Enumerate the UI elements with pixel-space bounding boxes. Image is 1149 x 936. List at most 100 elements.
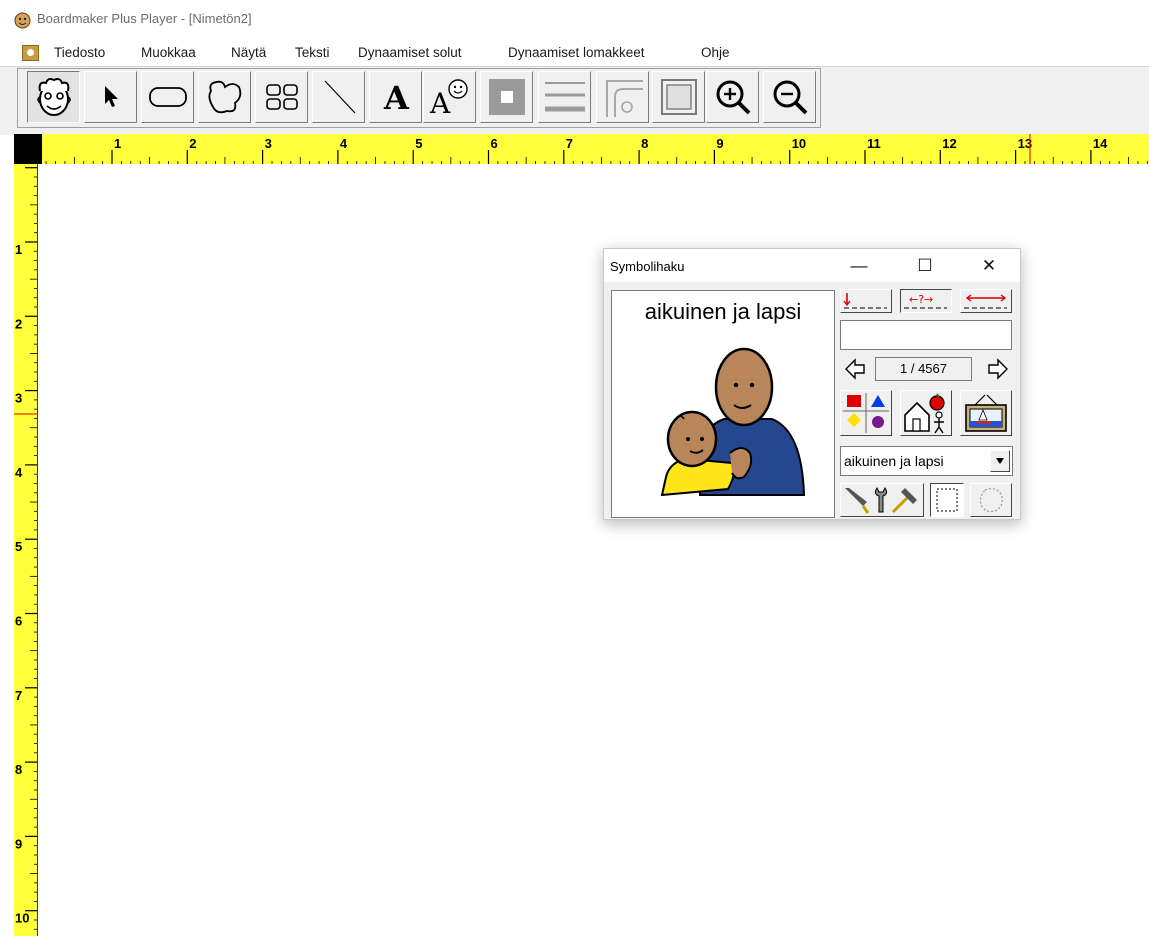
corner-style-tool[interactable]	[596, 71, 649, 123]
menu-dynaamiset-solut[interactable]: Dynaamiset solut	[358, 45, 462, 60]
line-icon	[324, 80, 355, 114]
svg-text:←?→: ←?→	[909, 293, 933, 306]
search-whole-word-icon	[964, 294, 1007, 309]
symbol-finder-title: Symbolihaku	[610, 259, 685, 274]
minimize-icon: —	[850, 255, 868, 275]
ruler-label: 9	[15, 836, 22, 851]
symbol-search-input[interactable]	[840, 320, 1012, 350]
document-icon[interactable]	[22, 45, 39, 61]
ruler-label: 7	[15, 688, 22, 703]
freeform-tool[interactable]	[198, 71, 251, 123]
symbol-name-combo[interactable]: aikuinen ja lapsi	[840, 446, 1013, 476]
text-icon: A	[383, 79, 410, 117]
app-face-icon	[14, 12, 31, 29]
fill-color-tool[interactable]	[480, 71, 533, 123]
maximize-icon: ☐	[917, 255, 933, 275]
ruler-label: 5	[415, 136, 422, 151]
ruler-label: 6	[15, 614, 22, 629]
ruler-label: 5	[15, 539, 22, 554]
arrow-pointer-tool[interactable]	[84, 71, 137, 123]
menu-dynaamiset-lomakkeet[interactable]: Dynaamiset lomakkeet	[508, 45, 645, 60]
symbol-finder-titlebar: Symbolihaku — ☐ ✕	[604, 249, 1020, 282]
menu-tiedosto[interactable]: Tiedosto	[54, 45, 105, 60]
title-bar: Boardmaker Plus Player - [Nimetön2]	[0, 0, 1149, 40]
ruler-label: 8	[15, 762, 22, 777]
menu-ohje[interactable]: Ohje	[701, 45, 730, 60]
maximize-button[interactable]: ☐	[902, 249, 948, 282]
lasso-select-button[interactable]	[970, 483, 1012, 517]
text-tool[interactable]: A	[369, 71, 422, 123]
menu-nayta[interactable]: Näytä	[231, 45, 266, 60]
window-title: Boardmaker Plus Player - [Nimetön2]	[37, 11, 252, 26]
menu-muokkaa[interactable]: Muokkaa	[141, 45, 196, 60]
shapes-colors-icon	[843, 393, 889, 433]
rounded-rectangle-icon	[148, 87, 187, 107]
pointer-face-tool[interactable]	[27, 71, 80, 123]
house-person-icon	[904, 393, 945, 434]
symbol-finder-window: Symbolihaku — ☐ ✕ aikuinen ja lapsi ←?→ …	[603, 248, 1021, 520]
ruler-label: 8	[641, 136, 648, 151]
tools-button[interactable]	[840, 483, 924, 517]
svg-text:A: A	[429, 87, 451, 119]
combo-value: aikuinen ja lapsi	[844, 453, 944, 469]
symbol-libraries-button[interactable]	[900, 390, 952, 436]
ruler-label: 11	[867, 136, 881, 151]
fill-color-icon	[488, 79, 525, 115]
ruler-label: 10	[15, 911, 29, 926]
ruler-label: 7	[566, 136, 573, 151]
rounded-rect-tool[interactable]	[141, 71, 194, 123]
menu-teksti[interactable]: Teksti	[295, 45, 330, 60]
cell-grid-tool[interactable]	[255, 71, 308, 123]
line-thickness-icon	[544, 82, 585, 112]
symbol-preview[interactable]: aikuinen ja lapsi	[611, 290, 835, 518]
framed-picture-icon	[965, 394, 1007, 432]
categories-button[interactable]	[840, 390, 892, 436]
freeform-shape-icon	[208, 80, 241, 114]
previous-symbol-button[interactable]	[844, 357, 866, 381]
search-start-icon	[843, 293, 887, 309]
ruler-label: 12	[942, 136, 956, 151]
ruler-label: 9	[716, 136, 723, 151]
lasso-select-icon	[979, 488, 1003, 513]
ruler-label: 4	[340, 136, 348, 151]
search-whole-word-button[interactable]	[960, 289, 1012, 313]
minimize-button[interactable]: —	[836, 249, 882, 282]
ruler-corner	[14, 134, 42, 164]
ruler-label: 4	[15, 465, 23, 480]
line-thickness-tool[interactable]	[538, 71, 591, 123]
horizontal-ruler: 1 2 3 4 5 6 7 8 9 10 11 12 13 14	[42, 134, 1149, 164]
symbol-counter: 1 / 4567	[875, 357, 972, 381]
line-tool[interactable]	[312, 71, 365, 123]
ruler-label: 6	[491, 136, 498, 151]
zoom-in-icon	[716, 80, 750, 115]
tools-icon	[845, 487, 917, 514]
zoom-out-tool[interactable]	[763, 71, 816, 123]
symbolate-tool[interactable]: A	[423, 71, 476, 123]
chevron-down-icon	[996, 458, 1004, 464]
zoom-out-icon	[773, 80, 807, 115]
ruler-label: 2	[189, 136, 196, 151]
ruler-label: 1	[114, 136, 121, 151]
rectangle-select-icon	[936, 488, 958, 512]
ruler-label: 14	[1093, 136, 1108, 151]
next-symbol-button[interactable]	[987, 357, 1009, 381]
symbol-text-icon: A	[429, 79, 468, 119]
ruler-label: 3	[265, 136, 272, 151]
rectangle-select-button[interactable]	[930, 483, 964, 517]
ruler-label: 1	[15, 242, 22, 257]
close-button[interactable]: ✕	[966, 249, 1012, 282]
vertical-ruler-ticks: 1 2 3 4 5 6 7 8 9 10	[14, 167, 38, 930]
horizontal-ruler-ticks: 1 2 3 4 5 6 7 8 9 10 11 12 13 14	[45, 134, 1148, 164]
zoom-in-tool[interactable]	[706, 71, 759, 123]
arrow-right-icon	[988, 358, 1008, 380]
search-contains-icon: ←?→	[904, 293, 947, 309]
picture-button[interactable]	[960, 390, 1012, 436]
adult-and-child-symbol-icon	[660, 347, 806, 497]
search-start-button[interactable]	[840, 289, 892, 313]
close-icon: ✕	[981, 255, 997, 275]
vertical-ruler: 1 2 3 4 5 6 7 8 9 10	[14, 164, 38, 936]
border-style-tool[interactable]	[652, 71, 705, 123]
search-contains-button[interactable]: ←?→	[900, 289, 952, 313]
combo-dropdown-button[interactable]	[990, 450, 1010, 472]
symbol-label: aikuinen ja lapsi	[644, 299, 802, 324]
